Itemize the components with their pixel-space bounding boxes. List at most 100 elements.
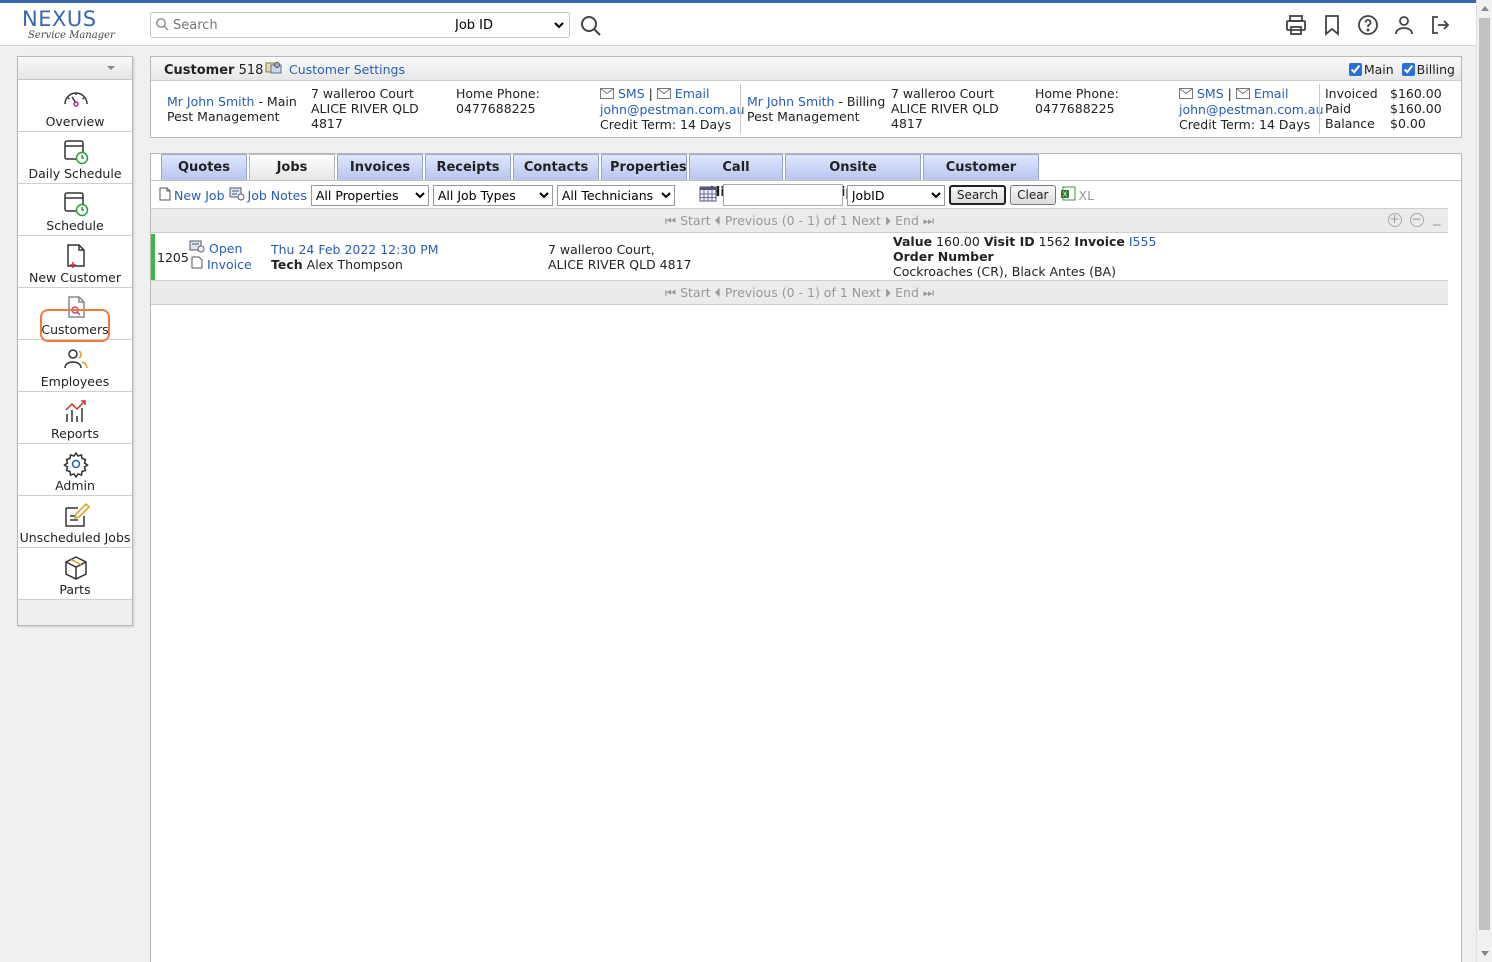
- nexus-logo[interactable]: NEXUS Service Manager: [22, 8, 126, 44]
- billing-address: 7 walleroo Court ALICE RIVER QLD 4817: [891, 86, 999, 131]
- envelope-icon: [656, 87, 671, 102]
- billing-checkbox[interactable]: [1401, 63, 1415, 76]
- sidebar-item-admin[interactable]: Admin: [18, 444, 132, 496]
- pager-range: (0 - 1) of 1: [781, 213, 848, 228]
- date-input[interactable]: [722, 184, 843, 206]
- tab-properties[interactable]: Properties: [601, 154, 687, 180]
- sidebar-item-employees[interactable]: Employees: [18, 340, 132, 392]
- main-company: Pest Management: [167, 109, 280, 124]
- divider: [1319, 84, 1320, 134]
- new-job-action[interactable]: New Job: [159, 187, 225, 204]
- tab-customer-files[interactable]: Customer Files: [923, 154, 1039, 200]
- tab-receipts[interactable]: Receipts: [425, 154, 511, 180]
- search-button-icon[interactable]: [580, 15, 602, 40]
- next-arrow-icon[interactable]: ⏵: [885, 213, 891, 228]
- sidebar-item-schedule[interactable]: Schedule: [18, 184, 132, 236]
- table-row[interactable]: 1205 Open Invoice Thu 24 Feb 2022 12:30 …: [151, 234, 1448, 280]
- first-page-icon[interactable]: ⏮: [665, 213, 676, 228]
- main-toggle[interactable]: Main: [1348, 62, 1394, 77]
- job-value: 160.00: [936, 234, 980, 249]
- balance-label: Balance: [1325, 116, 1375, 131]
- tab-jobs[interactable]: Jobs: [249, 154, 335, 180]
- first-page-icon[interactable]: ⏮: [665, 285, 676, 300]
- pager-previous[interactable]: Previous: [725, 285, 778, 300]
- billing-contact-link[interactable]: Mr John Smith: [747, 94, 834, 109]
- pager-end[interactable]: End: [895, 285, 919, 300]
- billing-sms-link[interactable]: SMS: [1197, 86, 1224, 101]
- main-sms-link[interactable]: SMS: [618, 86, 645, 101]
- tab-quotes[interactable]: Quotes: [161, 154, 247, 180]
- customer-settings-link[interactable]: Customer Settings: [289, 62, 405, 77]
- minimize-icon[interactable]: −: [1432, 213, 1442, 236]
- main-email-address[interactable]: john@pestman.com.au: [600, 102, 745, 117]
- job-notes-link[interactable]: Job Notes: [248, 188, 307, 203]
- expand-collapse-controls: + − −: [1387, 213, 1442, 236]
- sidebar-header[interactable]: [18, 57, 132, 80]
- tab-invoices[interactable]: Invoices: [337, 154, 423, 180]
- search-input[interactable]: [173, 16, 443, 34]
- main-email-link[interactable]: Email: [675, 86, 710, 101]
- properties-filter[interactable]: All Properties: [310, 184, 429, 206]
- paid-value: $160.00: [1390, 101, 1442, 116]
- pager-next[interactable]: Next: [852, 213, 881, 228]
- billing-email-address[interactable]: john@pestman.com.au: [1179, 102, 1324, 117]
- next-arrow-icon[interactable]: ⏵: [885, 285, 891, 300]
- last-page-icon[interactable]: ⏭: [923, 285, 934, 300]
- sidebar-item-unscheduled-jobs[interactable]: Unscheduled Jobs: [18, 496, 132, 548]
- collapse-all-icon[interactable]: −: [1409, 213, 1424, 227]
- prev-arrow-icon[interactable]: ⏴: [715, 285, 721, 300]
- technicians-filter[interactable]: All Technicians: [556, 184, 675, 206]
- export-xl-action[interactable]: X XL: [1060, 186, 1094, 205]
- job-types-filter[interactable]: All Job Types: [432, 184, 553, 206]
- job-date-link[interactable]: Thu 24 Feb 2022 12:30 PM: [271, 242, 439, 257]
- user-icon[interactable]: [1392, 13, 1416, 37]
- help-icon[interactable]: [1356, 13, 1380, 37]
- vertical-scrollbar[interactable]: [1476, 0, 1492, 962]
- scroll-down-arrow[interactable]: [1481, 951, 1489, 956]
- pager-start[interactable]: Start: [680, 213, 711, 228]
- job-schedule: Thu 24 Feb 2022 12:30 PM Tech Alex Thomp…: [271, 242, 439, 272]
- main-contact-link[interactable]: Mr John Smith: [167, 94, 254, 109]
- invoice-number-link[interactable]: I555: [1129, 234, 1157, 249]
- sidebar-footer: [18, 600, 132, 625]
- sidebar-item-parts[interactable]: Parts: [18, 548, 132, 600]
- pager-next[interactable]: Next: [852, 285, 881, 300]
- pager-end[interactable]: End: [895, 213, 919, 228]
- sidebar-item-overview[interactable]: Overview: [18, 80, 132, 132]
- main-phone: Home Phone: 0477688225: [456, 86, 540, 116]
- chevron-down-icon[interactable]: [107, 66, 115, 70]
- search-field-select[interactable]: JobID: [846, 184, 945, 206]
- tab-contacts[interactable]: Contacts: [513, 154, 599, 180]
- tab-call-history[interactable]: Call History: [689, 154, 783, 200]
- clear-button[interactable]: Clear: [1010, 185, 1056, 205]
- main-checkbox[interactable]: [1348, 63, 1362, 76]
- new-job-link[interactable]: New Job: [174, 188, 225, 203]
- last-page-icon[interactable]: ⏭: [923, 213, 934, 228]
- customer-settings[interactable]: Customer Settings: [265, 61, 405, 78]
- logout-icon[interactable]: [1428, 13, 1452, 37]
- prev-arrow-icon[interactable]: ⏴: [715, 213, 721, 228]
- printer-icon[interactable]: [1284, 13, 1308, 37]
- scrollbar-thumb[interactable]: [1479, 18, 1490, 930]
- billing-email-link[interactable]: Email: [1254, 86, 1289, 101]
- bookmark-icon[interactable]: [1320, 13, 1344, 37]
- tab-onsite-equipment[interactable]: Onsite Equipment: [785, 154, 921, 200]
- search-button[interactable]: Search: [948, 185, 1007, 205]
- search-type-select[interactable]: Job ID: [451, 15, 567, 35]
- sidebar-item-daily-schedule[interactable]: Daily Schedule: [18, 132, 132, 184]
- visit-id-label: Visit ID: [983, 234, 1035, 249]
- pager-previous[interactable]: Previous: [725, 213, 778, 228]
- sidebar-item-reports[interactable]: Reports: [18, 392, 132, 444]
- main-separator: |: [648, 86, 653, 101]
- expand-all-icon[interactable]: +: [1387, 213, 1402, 227]
- billing-toggle[interactable]: Billing: [1401, 62, 1455, 77]
- sidebar-item-new-customer[interactable]: New Customer: [18, 236, 132, 288]
- invoice-link[interactable]: Invoice: [207, 257, 252, 272]
- calendar-icon[interactable]: [699, 186, 719, 205]
- main-address-line1: 7 walleroo Court: [311, 86, 414, 101]
- scroll-up-arrow[interactable]: [1481, 6, 1489, 11]
- open-job-link[interactable]: Open: [209, 241, 242, 256]
- job-notes-action[interactable]: Job Notes: [229, 187, 307, 204]
- pager-start[interactable]: Start: [680, 285, 711, 300]
- envelope-icon: [600, 87, 614, 102]
